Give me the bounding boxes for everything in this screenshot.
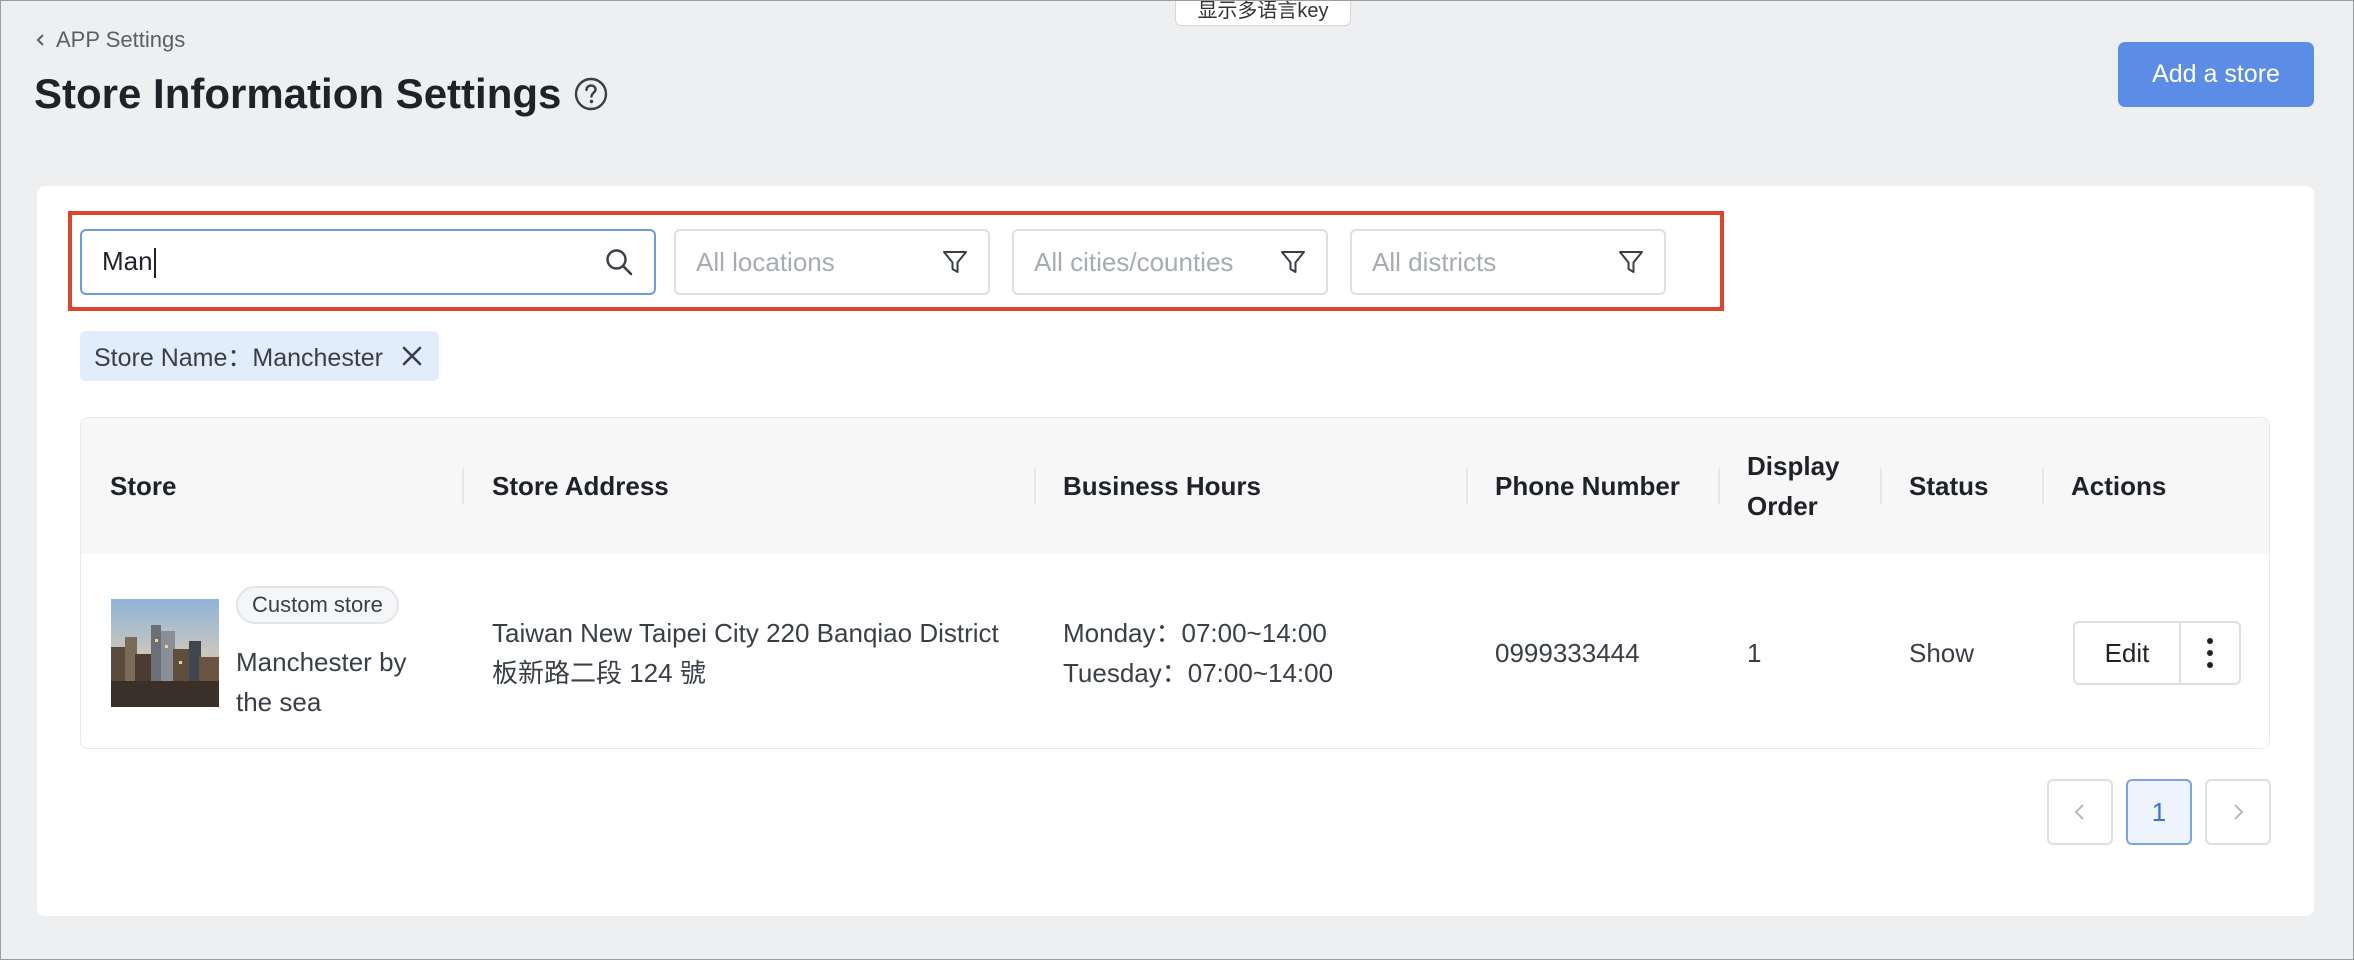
chevron-right-icon: [2234, 804, 2244, 820]
district-filter-placeholder: All districts: [1372, 246, 1497, 277]
back-link-label: APP Settings: [56, 27, 186, 52]
column-header-address: Store Address: [492, 471, 669, 501]
hours-line1: Monday：07:00~14:00: [1063, 618, 1327, 648]
store-name-line2: the sea: [236, 687, 322, 717]
page-title-text: Store Information Settings: [34, 70, 562, 117]
address-line2: 板新路二段 124 號: [492, 658, 706, 688]
column-header-status: Status: [1909, 471, 1989, 501]
column-header-display-order: Display Order: [1747, 418, 1840, 554]
display-order-value: 1: [1747, 638, 1762, 668]
page-title: Store Information Settings: [34, 70, 609, 118]
language-key-label: 显示多语言key: [1197, 0, 1329, 22]
filter-icon: [943, 251, 967, 273]
filter-icon: [1281, 251, 1305, 273]
hours-line2: Tuesday：07:00~14:00: [1063, 658, 1334, 688]
search-icon[interactable]: [604, 247, 634, 277]
filter-icon: [1619, 251, 1643, 273]
address-line1: Taiwan New Taipei City 220 Banqiao Distr…: [492, 618, 999, 648]
add-store-button[interactable]: Add a store: [2118, 42, 2314, 107]
pagination-page-1[interactable]: 1: [2126, 779, 2192, 845]
status-value: Show: [1909, 638, 1975, 668]
column-header-store: Store: [110, 471, 177, 501]
column-divider: [1718, 468, 1720, 504]
display-order-header-line2: Order: [1747, 491, 1818, 521]
column-divider: [462, 468, 464, 504]
store-name: Manchester by the sea: [236, 642, 407, 722]
column-divider: [1880, 468, 1882, 504]
search-input-value: Man: [102, 245, 153, 276]
location-filter-placeholder: All locations: [696, 246, 835, 277]
chevron-left-icon: [2074, 804, 2084, 820]
store-address: Taiwan New Taipei City 220 Banqiao Distr…: [492, 613, 999, 693]
column-divider: [2042, 468, 2044, 504]
table-header: Store Store Address Business Hours Phone…: [81, 418, 2269, 554]
row-actions: Edit: [2073, 621, 2241, 685]
close-icon[interactable]: [399, 343, 425, 369]
column-divider: [1466, 468, 1468, 504]
text-caret: [153, 248, 156, 279]
active-filter-chip: Store Name：Manchester: [80, 331, 440, 381]
back-link[interactable]: APP Settings: [34, 27, 185, 53]
store-table: Store Store Address Business Hours Phone…: [80, 417, 2270, 749]
city-filter-select[interactable]: All cities/counties: [1012, 229, 1328, 295]
column-header-phone: Phone Number: [1495, 471, 1680, 501]
district-filter-select[interactable]: All districts: [1350, 229, 1666, 295]
store-photo: [111, 599, 219, 707]
custom-store-badge: Custom store: [236, 586, 399, 624]
business-hours: Monday：07:00~14:00 Tuesday：07:00~14:00: [1063, 613, 1333, 693]
store-thumbnail: [111, 599, 219, 707]
help-icon[interactable]: [573, 76, 609, 112]
active-filter-label: Store Name：Manchester: [94, 344, 384, 372]
more-vertical-icon: [2207, 638, 2213, 668]
pagination-next-button[interactable]: [2205, 779, 2271, 845]
location-filter-select[interactable]: All locations: [674, 229, 990, 295]
column-divider: [1034, 468, 1036, 504]
chevron-left-icon: [36, 34, 44, 46]
column-header-hours: Business Hours: [1063, 471, 1261, 501]
store-name-line1: Manchester by: [236, 647, 407, 677]
city-filter-placeholder: All cities/counties: [1034, 246, 1234, 277]
pagination-prev-button[interactable]: [2047, 779, 2113, 845]
language-key-tooltip: 显示多语言key: [1175, 0, 1351, 26]
store-search-input[interactable]: Man: [80, 229, 656, 295]
display-order-header-line1: Display: [1747, 451, 1840, 481]
phone-number: 0999333444: [1495, 638, 1640, 668]
column-header-actions: Actions: [2071, 471, 2167, 501]
edit-button[interactable]: Edit: [2075, 623, 2181, 683]
more-options-button[interactable]: [2181, 623, 2239, 683]
